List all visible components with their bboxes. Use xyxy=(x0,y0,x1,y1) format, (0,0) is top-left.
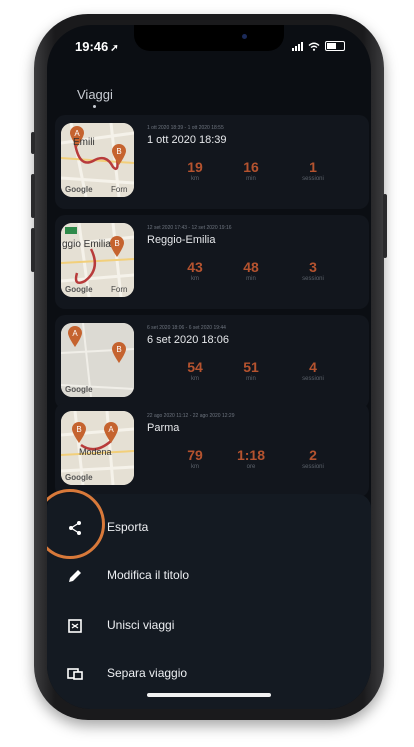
trip-map-thumbnail: B ggio Emilia Forn Google xyxy=(61,223,134,297)
menu-item-split-trip[interactable]: Separa viaggio xyxy=(47,652,371,696)
stat-unit: sessioni xyxy=(302,376,324,382)
app-screen: 19:46 ➚ Viaggi A B Emili Forn Google 1 o… xyxy=(47,25,371,709)
stat-unit: km xyxy=(191,464,199,470)
stat-sessions: 4 sessioni xyxy=(283,359,343,382)
map-place-label: Emili xyxy=(73,137,95,148)
marker-b-label: B xyxy=(116,147,121,156)
notch xyxy=(134,25,284,51)
stat-value: 2 xyxy=(309,447,317,463)
map-place-label: Modena xyxy=(79,447,112,457)
trip-title: 6 set 2020 18:06 xyxy=(147,334,229,346)
menu-item-label: Separa viaggio xyxy=(107,666,188,680)
camera-dot xyxy=(242,34,247,39)
marker-b-label: B xyxy=(114,239,119,248)
stat-value: 1 xyxy=(309,159,317,175)
status-time: 19:46 ➚ xyxy=(75,39,119,54)
menu-item-label: Modifica il titolo xyxy=(107,568,190,582)
trip-title: 1 ott 2020 18:39 xyxy=(147,134,227,146)
page-title: Viaggi xyxy=(77,87,113,102)
trip-map-thumbnail: A B Google xyxy=(61,323,134,397)
home-indicator[interactable] xyxy=(147,693,271,697)
marker-a-label: A xyxy=(72,329,78,338)
trip-title: Parma xyxy=(147,422,180,434)
signal-icon xyxy=(292,42,303,51)
map-place-label: Forn xyxy=(111,185,128,194)
stat-distance: 19 km xyxy=(165,159,225,182)
stat-value: 79 xyxy=(187,447,203,463)
split-icon xyxy=(67,668,83,680)
stat-distance: 79 km xyxy=(165,447,225,470)
map-attribution: Google xyxy=(65,185,93,194)
marker-b-label: B xyxy=(116,345,121,354)
menu-item-edit-title[interactable]: Modifica il titolo xyxy=(47,554,371,598)
stat-value: 3 xyxy=(309,259,317,275)
stat-unit: sessioni xyxy=(302,176,324,182)
stat-duration: 51 min xyxy=(221,359,281,382)
share-icon xyxy=(69,521,81,535)
stat-unit: km xyxy=(191,276,199,282)
page-indicator-dot xyxy=(93,105,96,108)
stat-unit: min xyxy=(246,276,256,282)
stat-duration: 48 min xyxy=(221,259,281,282)
menu-item-label: Esporta xyxy=(107,520,149,534)
trip-card[interactable]: B ggio Emilia Forn Google 12 set 2020 17… xyxy=(55,215,369,309)
status-icons xyxy=(292,41,345,51)
stat-value: 51 xyxy=(243,359,259,375)
stat-unit: km xyxy=(191,376,199,382)
trip-card[interactable]: B A Modena Google 22 ago 2020 11:12 - 22… xyxy=(55,403,369,497)
pencil-icon xyxy=(69,570,81,582)
menu-item-merge-trips[interactable]: Unisci viaggi xyxy=(47,604,371,648)
stat-distance: 43 km xyxy=(165,259,225,282)
trip-date-range: 12 set 2020 17:43 - 12 set 2020 19:16 xyxy=(147,225,232,231)
trip-card[interactable]: A B Emili Forn Google 1 ott 2020 18:39 -… xyxy=(55,115,369,209)
trip-card[interactable]: A B Google 6 set 2020 18:06 - 6 set 2020… xyxy=(55,315,369,409)
marker-a-label: A xyxy=(108,425,114,434)
action-sheet: Esporta Modifica il titolo Unisci viaggi xyxy=(47,489,371,709)
wifi-icon xyxy=(308,42,320,51)
merge-icon xyxy=(68,619,82,633)
phone-frame: 19:46 ➚ Viaggi A B Emili Forn Google 1 o… xyxy=(31,14,387,720)
menu-item-label: Unisci viaggi xyxy=(107,618,175,632)
stat-duration: 1:18 ore xyxy=(221,447,281,470)
trip-title: Reggio-Emilia xyxy=(147,234,216,246)
stat-value: 43 xyxy=(187,259,203,275)
trip-map-thumbnail: A B Emili Forn Google xyxy=(61,123,134,197)
stat-unit: sessioni xyxy=(302,464,324,470)
stat-value: 16 xyxy=(243,159,259,175)
map-attribution: Google xyxy=(65,385,93,394)
map-place-label: ggio Emilia xyxy=(62,239,111,250)
side-button xyxy=(31,174,35,218)
stat-duration: 16 min xyxy=(221,159,281,182)
side-button xyxy=(383,194,387,258)
stat-value: 48 xyxy=(243,259,259,275)
stat-unit: min xyxy=(246,176,256,182)
stat-value: 1:18 xyxy=(236,447,266,463)
trip-date-range: 1 ott 2020 18:39 - 1 ott 2020 18:55 xyxy=(147,125,224,131)
map-place-label: Forn xyxy=(111,285,128,294)
side-button xyxy=(31,228,35,272)
stat-value: 19 xyxy=(187,159,203,175)
battery-icon xyxy=(325,41,345,51)
stat-unit: sessioni xyxy=(302,276,324,282)
menu-item-export[interactable]: Esporta xyxy=(47,489,371,559)
side-button xyxy=(31,132,35,154)
stat-unit: min xyxy=(246,376,256,382)
stat-unit: ore xyxy=(246,464,256,470)
marker-b-label: B xyxy=(76,425,81,434)
stat-sessions: 3 sessioni xyxy=(283,259,343,282)
stat-sessions: 2 sessioni xyxy=(283,447,343,470)
stat-distance: 54 km xyxy=(165,359,225,382)
trip-map-thumbnail: B A Modena Google xyxy=(61,411,134,485)
status-time-text: 19:46 xyxy=(75,39,109,54)
stat-unit: km xyxy=(191,176,199,182)
map-attribution: Google xyxy=(65,473,93,482)
map-attribution: Google xyxy=(65,285,93,294)
stat-value: 54 xyxy=(187,359,203,375)
trip-date-range: 22 ago 2020 11:12 - 22 ago 2020 12:29 xyxy=(147,413,235,419)
location-arrow-icon: ➚ xyxy=(110,43,119,54)
trip-date-range: 6 set 2020 18:06 - 6 set 2020 19:44 xyxy=(147,325,226,331)
stat-value: 4 xyxy=(309,359,317,375)
stat-sessions: 1 sessioni xyxy=(283,159,343,182)
